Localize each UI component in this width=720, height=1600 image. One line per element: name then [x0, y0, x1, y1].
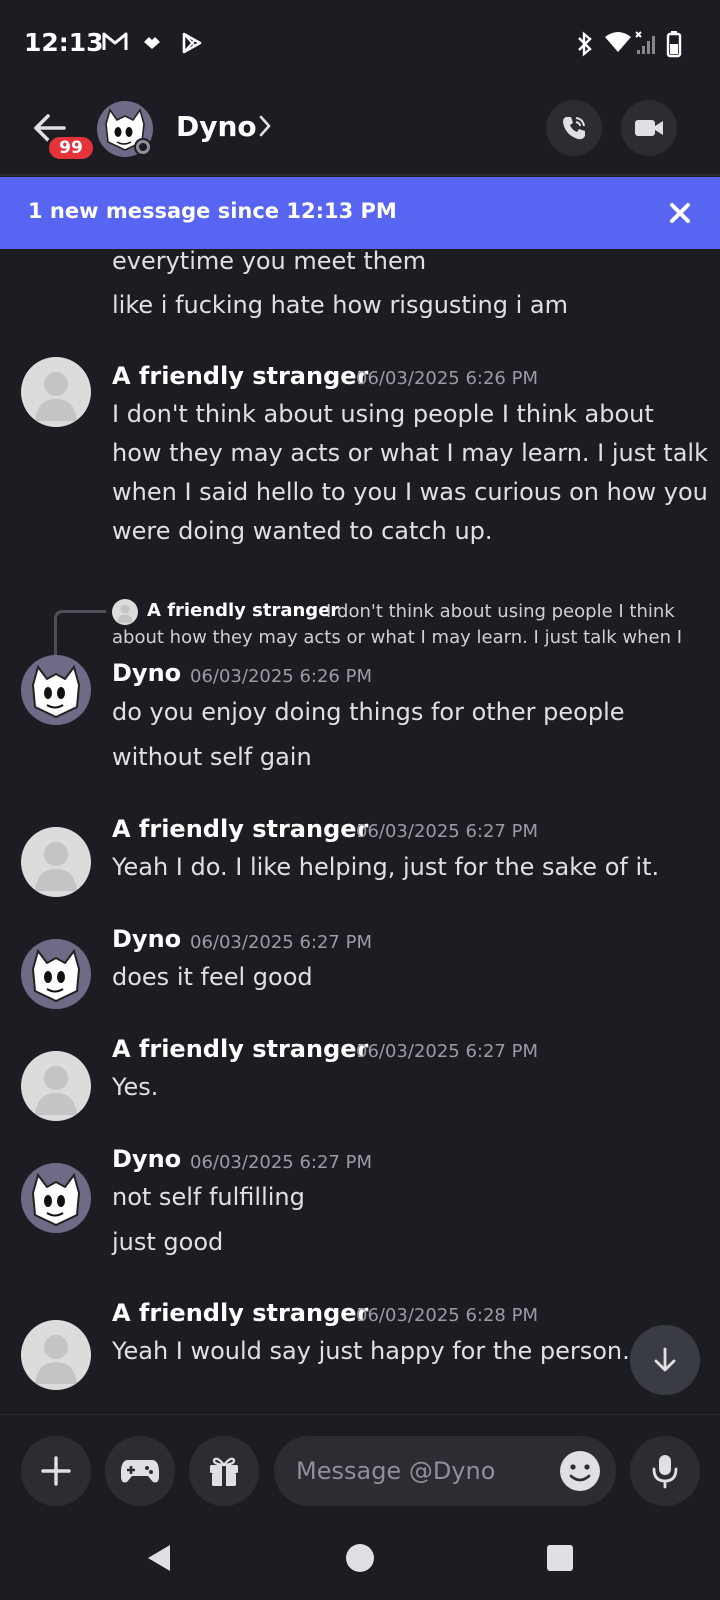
avatar[interactable]	[21, 357, 91, 427]
unread-badge: 99	[46, 134, 96, 162]
message-timestamp: 06/03/2025 6:27 PM	[190, 1152, 372, 1173]
message-timestamp: 06/03/2025 6:26 PM	[356, 368, 538, 389]
new-messages-banner[interactable]: 1 new message since 12:13 PM	[0, 177, 720, 249]
message-author[interactable]: A friendly stranger	[112, 1035, 368, 1063]
message-text: everytime you meet them	[112, 249, 427, 275]
message-text: just good	[112, 1228, 224, 1256]
message-author[interactable]: Dyno	[112, 925, 181, 953]
message-timestamp: 06/03/2025 6:27 PM	[356, 821, 538, 842]
default-avatar-icon	[21, 1051, 91, 1121]
message-text: I don't think about using people I think…	[112, 400, 654, 428]
message-timestamp: 06/03/2025 6:27 PM	[190, 932, 372, 953]
message-composer	[0, 1414, 720, 1518]
message-text: like i fucking hate how risgusting i am	[112, 291, 568, 319]
message-text: Yeah I do. I like helping, just for the …	[112, 853, 660, 881]
message-text: not self fulfilling	[112, 1183, 305, 1211]
message-text: Yeah I would say just happy for the pers…	[112, 1337, 630, 1365]
play-store-icon	[182, 32, 202, 54]
wifi-icon	[605, 32, 631, 52]
message-list[interactable]: everytime you meet them like i fucking h…	[0, 249, 720, 1414]
reply-avatar	[112, 599, 138, 625]
message-text: were doing wanted to catch up.	[112, 517, 493, 545]
jump-to-bottom-button[interactable]	[630, 1325, 700, 1395]
message-text: when I said hello to you I was curious o…	[112, 478, 708, 506]
default-avatar-icon	[21, 357, 91, 427]
nav-back-icon[interactable]	[144, 1542, 174, 1574]
chat-header: 99 Dyno	[0, 88, 720, 176]
avatar[interactable]	[21, 939, 91, 1009]
activities-button[interactable]	[105, 1436, 175, 1506]
arrow-down-icon	[654, 1347, 676, 1372]
nav-recents-icon[interactable]	[546, 1544, 574, 1572]
avatar[interactable]	[21, 1320, 91, 1390]
plus-icon	[41, 1456, 71, 1486]
gamepad-icon	[121, 1460, 159, 1483]
message-text: does it feel good	[112, 963, 313, 991]
dyno-avatar-icon	[21, 1163, 91, 1233]
avatar[interactable]	[21, 1163, 91, 1233]
emoji-icon[interactable]	[558, 1449, 602, 1493]
message-author[interactable]: A friendly stranger	[112, 362, 368, 390]
gift-button[interactable]	[189, 1436, 259, 1506]
message-author[interactable]: Dyno	[112, 659, 181, 687]
voice-call-button[interactable]	[546, 100, 602, 156]
video-camera-icon	[635, 120, 663, 136]
default-avatar-icon	[21, 827, 91, 897]
status-time: 12:13	[24, 28, 104, 57]
gmail-icon	[102, 32, 128, 50]
dyno-avatar-icon	[21, 655, 91, 725]
avatar[interactable]	[96, 100, 154, 158]
diamond-app-icon	[144, 37, 160, 49]
dyno-avatar-icon	[21, 939, 91, 1009]
voice-message-button[interactable]	[630, 1436, 700, 1506]
contact-name[interactable]: Dyno	[176, 110, 257, 143]
microphone-icon	[652, 1455, 678, 1489]
reply-author[interactable]: A friendly stranger	[147, 600, 339, 621]
chevron-right-icon[interactable]	[258, 114, 272, 138]
status-bar: 12:13	[0, 0, 720, 88]
battery-icon	[666, 31, 682, 58]
banner-text: 1 new message since 12:13 PM	[28, 199, 397, 223]
avatar[interactable]	[21, 655, 91, 725]
video-call-button[interactable]	[621, 100, 677, 156]
message-author[interactable]: A friendly stranger	[112, 815, 368, 843]
message-author[interactable]: Dyno	[112, 1145, 181, 1173]
message-author[interactable]: A friendly stranger	[112, 1299, 368, 1327]
reply-preview-text[interactable]: I don't think about using people I think	[326, 601, 675, 622]
reply-connector	[54, 610, 106, 660]
avatar[interactable]	[21, 827, 91, 897]
signal-icon	[635, 31, 655, 54]
add-attachment-button[interactable]	[21, 1436, 91, 1506]
phone-icon	[563, 117, 585, 140]
nav-home-icon[interactable]	[344, 1542, 376, 1574]
message-timestamp: 06/03/2025 6:28 PM	[356, 1305, 538, 1326]
default-avatar-icon	[112, 599, 138, 625]
close-icon[interactable]	[664, 197, 696, 229]
gift-icon	[210, 1457, 238, 1486]
avatar[interactable]	[21, 1051, 91, 1121]
message-text: how they may acts or what I may learn. I…	[112, 439, 708, 467]
message-timestamp: 06/03/2025 6:26 PM	[190, 666, 372, 687]
message-text: Yes.	[112, 1073, 159, 1101]
system-nav-bar	[0, 1518, 720, 1600]
message-text: do you enjoy doing things for other peop…	[112, 698, 625, 726]
reply-preview-text[interactable]: about how they may acts or what I may le…	[112, 627, 682, 648]
default-avatar-icon	[21, 1320, 91, 1390]
message-timestamp: 06/03/2025 6:27 PM	[356, 1041, 538, 1062]
message-text: without self gain	[112, 743, 312, 771]
bluetooth-icon	[578, 31, 592, 57]
